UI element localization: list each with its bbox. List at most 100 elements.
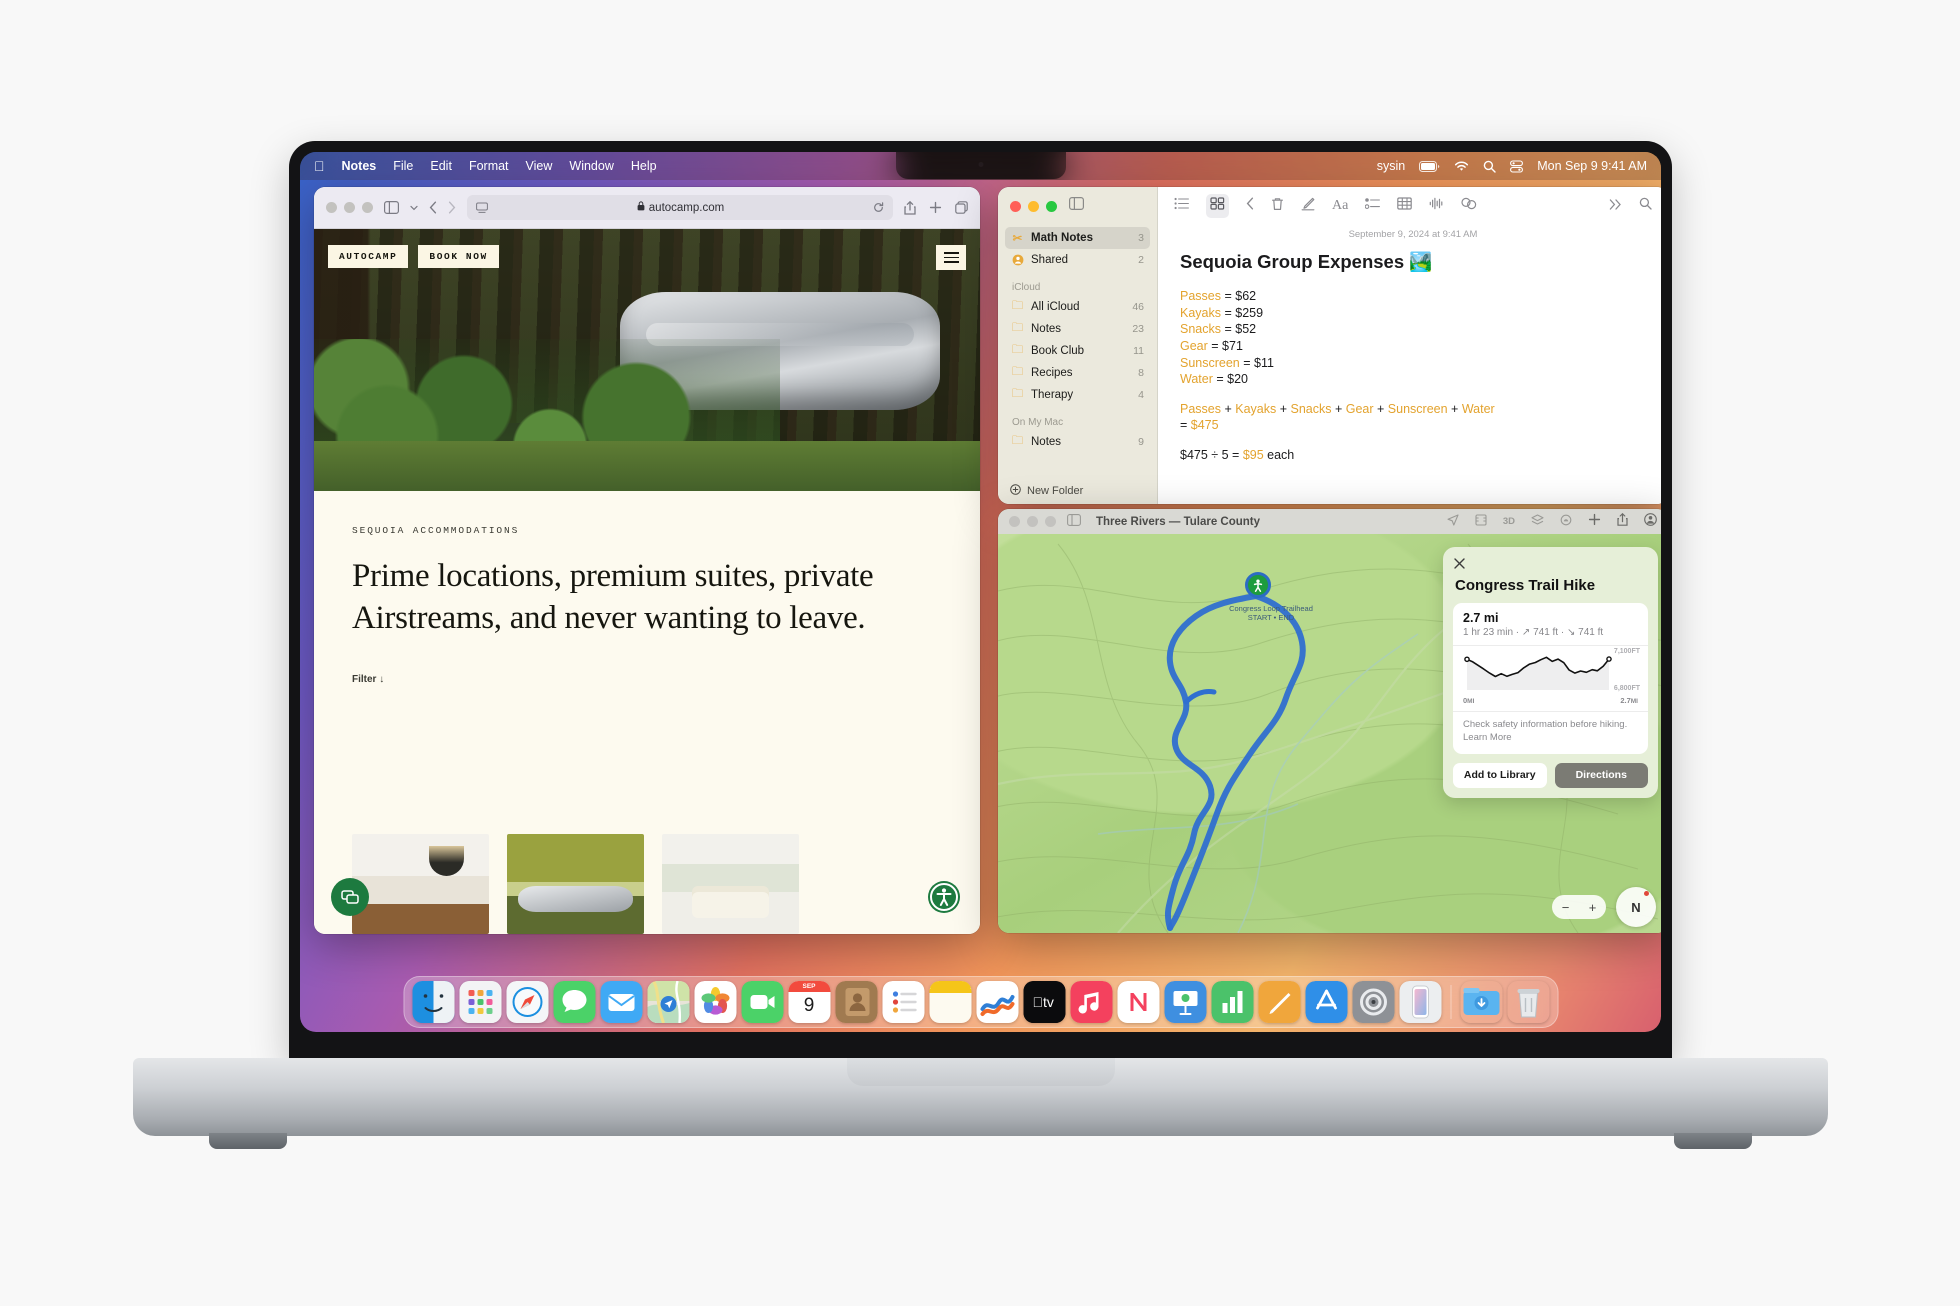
dock-item-trash[interactable]: [1507, 981, 1549, 1023]
dock-item-appletv[interactable]: tv: [1023, 981, 1065, 1023]
gallery-view-icon[interactable]: [1206, 194, 1229, 218]
menu-file[interactable]: File: [393, 159, 413, 173]
maps-window[interactable]: Three Rivers — Tulare County 3D Congress…: [998, 509, 1661, 933]
sidebar-item-math-notes[interactable]: ✂ Math Notes 3: [1005, 227, 1150, 249]
dock-item-mail[interactable]: [600, 981, 642, 1023]
dock-item-safari[interactable]: [506, 981, 548, 1023]
dock-item-music[interactable]: [1070, 981, 1112, 1023]
dock-item-calendar[interactable]: SEP 9: [788, 981, 830, 1023]
menu-window[interactable]: Window: [569, 159, 613, 173]
dock-item-appstore[interactable]: [1305, 981, 1347, 1023]
sidebar-icon[interactable]: [384, 201, 399, 214]
dock-item-launchpad[interactable]: [459, 981, 501, 1023]
menu-app-name[interactable]: Notes: [342, 159, 377, 173]
site-menu-button[interactable]: [936, 245, 966, 270]
apple-menu-icon[interactable]: : [314, 159, 325, 173]
dock-item-maps[interactable]: [647, 981, 689, 1023]
hiking-pin-icon[interactable]: [1245, 572, 1271, 598]
chat-bubble-button[interactable]: [331, 878, 369, 916]
maps-traffic-lights[interactable]: [1009, 516, 1056, 527]
plus-icon[interactable]: [1588, 513, 1601, 531]
tab-overview-icon[interactable]: [955, 201, 968, 214]
menu-user-name[interactable]: sysin: [1377, 159, 1405, 173]
menu-format[interactable]: Format: [469, 159, 509, 173]
learn-more-link[interactable]: Learn More: [1463, 732, 1512, 743]
battery-icon[interactable]: [1419, 160, 1440, 172]
dock-item-messages[interactable]: [553, 981, 595, 1023]
dock-item-facetime[interactable]: [741, 981, 783, 1023]
markup-icon[interactable]: [1461, 197, 1477, 215]
note-content[interactable]: September 9, 2024 at 9:41 AM Sequoia Gro…: [1158, 225, 1661, 504]
reload-icon[interactable]: [873, 202, 884, 213]
dock-item-pages[interactable]: [1258, 981, 1300, 1023]
menu-help[interactable]: Help: [631, 159, 657, 173]
book-now-button[interactable]: BOOK NOW: [418, 245, 499, 268]
trash-icon[interactable]: [1271, 197, 1284, 216]
checklist-icon[interactable]: [1364, 197, 1381, 215]
dock-item-iphone-mirroring[interactable]: [1399, 981, 1441, 1023]
list-view-icon[interactable]: [1174, 197, 1189, 215]
filter-control[interactable]: Filter ↓: [352, 674, 942, 685]
zoom-in-button[interactable]: +: [1589, 900, 1597, 915]
notes-traffic-lights[interactable]: [1010, 200, 1057, 212]
dock-item-stocks[interactable]: [976, 981, 1018, 1023]
more-icon[interactable]: [1609, 197, 1622, 215]
dock-item-notes[interactable]: [929, 981, 971, 1023]
weather-icon[interactable]: [1560, 513, 1572, 531]
map-canvas[interactable]: Congress Loop Trailhead START • END − + …: [998, 534, 1661, 933]
accessibility-button[interactable]: [925, 878, 963, 916]
dock[interactable]: SEP 9 tv: [403, 976, 1558, 1028]
format-icon[interactable]: Aa: [1332, 198, 1348, 214]
audio-icon[interactable]: [1429, 197, 1444, 215]
forward-icon[interactable]: [448, 201, 456, 214]
table-icon[interactable]: [1397, 197, 1413, 215]
account-icon[interactable]: [1644, 512, 1657, 531]
sidebar-item-shared[interactable]: Shared 2: [1005, 249, 1150, 271]
wifi-icon[interactable]: [1454, 161, 1469, 172]
ruler-icon[interactable]: [1475, 513, 1487, 531]
dock-item-contacts[interactable]: [835, 981, 877, 1023]
sidebar-item-book-club[interactable]: 🗀 Book Club 11: [1005, 340, 1150, 362]
address-bar[interactable]: autocamp.com: [467, 195, 893, 220]
dock-item-reminders[interactable]: [882, 981, 924, 1023]
thumbnail-airstream-exterior[interactable]: [507, 834, 644, 934]
safari-traffic-lights[interactable]: [326, 202, 373, 213]
dock-item-system-settings[interactable]: [1352, 981, 1394, 1023]
add-to-library-button[interactable]: Add to Library: [1453, 762, 1547, 788]
new-folder-button[interactable]: New Folder: [998, 478, 1157, 504]
3d-icon[interactable]: 3D: [1503, 516, 1515, 527]
sidebar-icon[interactable]: [1067, 513, 1081, 531]
search-icon[interactable]: [1639, 197, 1652, 215]
sidebar-toggle-icon[interactable]: [1069, 197, 1085, 215]
map-compass[interactable]: N: [1616, 887, 1656, 927]
menu-clock[interactable]: Mon Sep 9 9:41 AM: [1537, 159, 1647, 173]
sidebar-item-all-icloud[interactable]: 🗀 All iCloud 46: [1005, 296, 1150, 318]
new-tab-icon[interactable]: [929, 201, 942, 214]
autocamp-logo[interactable]: AUTOCAMP: [328, 245, 409, 268]
share-icon[interactable]: [904, 200, 916, 215]
sidebar-item-therapy[interactable]: 🗀 Therapy 4: [1005, 384, 1150, 406]
dock-item-finder[interactable]: [412, 981, 454, 1023]
dock-item-news[interactable]: [1117, 981, 1159, 1023]
compose-icon[interactable]: [1301, 197, 1315, 216]
control-center-icon[interactable]: [1510, 159, 1524, 173]
thumbnail-bedroom[interactable]: [662, 834, 799, 934]
safari-window[interactable]: autocamp.com AUTOCAMP BOOK NOW SEQUOIA A…: [314, 187, 980, 934]
place-card[interactable]: Congress Trail Hike 2.7 mi 1 hr 23 min ·…: [1443, 547, 1658, 798]
share-location-icon[interactable]: [1447, 513, 1459, 531]
reader-view-icon[interactable]: [476, 202, 488, 214]
thumbnail-interior-kitchen[interactable]: [352, 834, 489, 934]
back-icon[interactable]: [1246, 197, 1254, 215]
directions-button[interactable]: Directions: [1554, 762, 1648, 788]
dock-item-downloads[interactable]: [1460, 981, 1502, 1023]
notes-window[interactable]: ✂ Math Notes 3 Shared 2 iCloud 🗀 All iCl…: [998, 187, 1661, 504]
dock-item-photos[interactable]: [694, 981, 736, 1023]
map-zoom-controls[interactable]: − +: [1552, 895, 1606, 919]
layers-icon[interactable]: [1531, 513, 1544, 531]
sidebar-item-local-notes[interactable]: 🗀 Notes 9: [1005, 431, 1150, 453]
menu-edit[interactable]: Edit: [430, 159, 452, 173]
menu-view[interactable]: View: [526, 159, 553, 173]
sidebar-item-recipes[interactable]: 🗀 Recipes 8: [1005, 362, 1150, 384]
back-icon[interactable]: [429, 201, 437, 214]
zoom-out-button[interactable]: −: [1562, 900, 1570, 915]
